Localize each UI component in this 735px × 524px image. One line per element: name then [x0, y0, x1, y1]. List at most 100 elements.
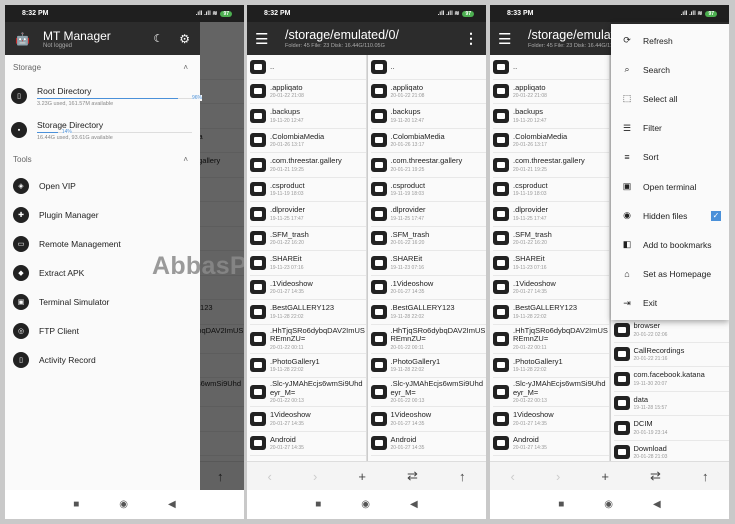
- file-row[interactable]: .BestGALLERY12319-11-28 22:02: [493, 300, 609, 325]
- file-row[interactable]: .appliqato20-01-22 21:08: [250, 80, 366, 104]
- file-row[interactable]: 1Videoshow20-01-27 14:35: [370, 407, 486, 432]
- file-row[interactable]: .SHAREit19-11-23 07:16: [493, 251, 609, 276]
- menu-item-open-terminal[interactable]: ▣ Open terminal: [611, 172, 729, 201]
- file-row[interactable]: .dlprovider19-11-25 17:47: [250, 202, 366, 227]
- checkbox[interactable]: ✓: [711, 210, 721, 221]
- file-row[interactable]: .ColombiaMedia20-01-26 13:17: [250, 129, 366, 153]
- file-row[interactable]: .appliqato20-01-22 21:08: [370, 80, 486, 104]
- recents-button[interactable]: ■: [315, 499, 321, 510]
- file-row[interactable]: .PhotoGallery119-11-28 22:02: [250, 354, 366, 378]
- recents-button[interactable]: ■: [73, 499, 79, 510]
- file-row[interactable]: ..: [370, 55, 486, 80]
- tools-section-header[interactable]: Tools ˄: [5, 147, 200, 171]
- file-row[interactable]: .Slc-yJMAhEcjs6wmSi9Uhdeyr_M=20-01-22 00…: [493, 378, 609, 407]
- tool-open-vip[interactable]: ◈ Open VIP: [5, 171, 200, 200]
- back-button[interactable]: ◀: [168, 499, 176, 510]
- file-row[interactable]: .PhotoGallery119-11-28 22:02: [370, 354, 486, 378]
- file-row[interactable]: .SFM_trash20-01-22 16:20: [250, 227, 366, 251]
- file-row[interactable]: .ColombiaMedia20-01-26 13:17: [493, 129, 609, 153]
- file-row[interactable]: ..: [250, 55, 366, 80]
- hamburger-icon[interactable]: ☰: [498, 30, 528, 48]
- more-options-icon[interactable]: ⋮: [464, 30, 478, 47]
- back-button[interactable]: ◀: [410, 499, 418, 510]
- file-row[interactable]: .1Videoshow20-01-27 14:35: [250, 276, 366, 300]
- file-row[interactable]: 1Videoshow20-01-27 14:35: [493, 407, 609, 432]
- file-row[interactable]: .SHAREit19-11-23 07:16: [370, 251, 486, 276]
- forward-nav-button[interactable]: ›: [313, 469, 317, 484]
- file-row[interactable]: .SFM_trash20-01-22 16:20: [370, 227, 486, 251]
- add-button[interactable]: +: [358, 469, 366, 484]
- file-row[interactable]: .1Videoshow20-01-27 14:35: [493, 276, 609, 300]
- back-nav-button[interactable]: ‹: [268, 469, 272, 484]
- file-row[interactable]: CallRecordings 20-01-22 21:16: [613, 343, 729, 367]
- menu-item-filter[interactable]: ☰ Filter: [611, 114, 729, 143]
- file-row[interactable]: .appliqato20-01-22 21:08: [493, 80, 609, 104]
- left-pane[interactable]: .. .appliqato 20-01-22 21:08 .backups 19-11-…: [490, 55, 610, 461]
- file-row[interactable]: .BestGALLERY12319-11-28 22:02: [250, 300, 366, 325]
- menu-item-set-as-homepage[interactable]: ⌂ Set as Homepage: [611, 260, 729, 289]
- file-row[interactable]: .com.threestar.gallery20-01-21 19:25: [250, 153, 366, 178]
- parent-dir-button[interactable]: ↑: [459, 469, 466, 484]
- file-row[interactable]: Android20-01-27 14:35: [250, 432, 366, 456]
- menu-item-hidden-files[interactable]: ◉ Hidden files ✓: [611, 201, 729, 230]
- menu-item-exit[interactable]: ⇥ Exit: [611, 289, 729, 318]
- file-row[interactable]: .Slc-yJMAhEcjs6wmSi9Uhdeyr_M=20-01-22 00…: [370, 378, 486, 407]
- file-row[interactable]: .dlprovider19-11-25 17:47: [493, 202, 609, 227]
- storage-section-header[interactable]: Storage ˄: [5, 55, 200, 79]
- file-row[interactable]: Download 20-01-28 21:03: [613, 441, 730, 462]
- swap-panes-button[interactable]: ⇄: [650, 468, 661, 484]
- left-pane[interactable]: .. .appliqato 20-01-22 21:08 .backups 19-11-…: [247, 55, 367, 461]
- storage-item[interactable]: ▪ Storage Directory 14% 16.44G used, 93.61G…: [5, 113, 200, 147]
- file-row[interactable]: browser 20-01-22 02:06: [613, 318, 729, 343]
- hamburger-icon[interactable]: ☰: [255, 30, 285, 48]
- file-row[interactable]: Android20-01-27 14:35: [493, 432, 609, 456]
- night-mode-icon[interactable]: ☾: [153, 32, 163, 45]
- file-row[interactable]: .HhTjqSRo6dybqDAV2ImUSREmnZU=20-01-22 00…: [250, 325, 366, 354]
- menu-item-sort[interactable]: ≡ Sort: [611, 143, 729, 172]
- tool-ftp-client[interactable]: ◎ FTP Client: [5, 316, 200, 345]
- forward-nav-button[interactable]: ›: [556, 469, 560, 484]
- file-row[interactable]: .csproduct19-11-19 18:03: [250, 178, 366, 202]
- file-row[interactable]: 1Videoshow20-01-27 14:35: [250, 407, 366, 432]
- file-row[interactable]: .ColombiaMedia20-01-26 13:17: [370, 129, 486, 153]
- back-button[interactable]: ◀: [653, 499, 661, 510]
- file-row[interactable]: .HhTjqSRo6dybqDAV2ImUSREmnZU=20-01-22 00…: [370, 325, 486, 354]
- file-row[interactable]: .SHAREit19-11-23 07:16: [250, 251, 366, 276]
- menu-item-select-all[interactable]: ⬚ Select all: [611, 84, 729, 113]
- gear-icon[interactable]: ⚙: [179, 32, 190, 46]
- storage-item[interactable]: ▯ Root Directory 96% 3.23G used, 161.57M av…: [5, 79, 203, 113]
- swap-panes-button[interactable]: ⇄: [407, 468, 418, 484]
- file-row[interactable]: .backups19-11-20 12:47: [250, 104, 366, 129]
- home-button[interactable]: ◉: [604, 499, 613, 510]
- file-row[interactable]: com.facebook.katana 19-11-30 20:07: [613, 367, 729, 392]
- tool-plugin-manager[interactable]: ✚ Plugin Manager: [5, 200, 200, 229]
- file-row[interactable]: .backups19-11-20 12:47: [493, 104, 609, 129]
- tool-terminal-simulator[interactable]: ▣ Terminal Simulator: [5, 287, 200, 316]
- home-button[interactable]: ◉: [119, 499, 128, 510]
- file-row[interactable]: .HhTjqSRo6dybqDAV2ImUSREmnZU=20-01-22 00…: [493, 325, 609, 354]
- home-button[interactable]: ◉: [361, 499, 370, 510]
- file-row[interactable]: .csproduct19-11-19 18:03: [370, 178, 486, 202]
- file-row[interactable]: .PhotoGallery119-11-28 22:02: [493, 354, 609, 378]
- menu-item-refresh[interactable]: ⟳ Refresh: [611, 26, 729, 55]
- back-nav-button[interactable]: ‹: [511, 469, 515, 484]
- file-row[interactable]: data 19-11-28 15:57: [613, 392, 729, 416]
- tool-activity-record[interactable]: ▯ Activity Record: [5, 345, 200, 374]
- file-row[interactable]: .dlprovider19-11-25 17:47: [370, 202, 486, 227]
- file-row[interactable]: .com.threestar.gallery20-01-21 19:25: [370, 153, 486, 178]
- file-row[interactable]: .Slc-yJMAhEcjs6wmSi9Uhdeyr_M=20-01-22 00…: [250, 378, 366, 407]
- file-row[interactable]: Android20-01-27 14:35: [370, 432, 486, 456]
- file-row[interactable]: .backups19-11-20 12:47: [370, 104, 486, 129]
- add-button[interactable]: +: [601, 469, 609, 484]
- file-row[interactable]: .1Videoshow20-01-27 14:35: [370, 276, 486, 300]
- recents-button[interactable]: ■: [558, 499, 564, 510]
- file-row[interactable]: .csproduct19-11-19 18:03: [493, 178, 609, 202]
- file-row[interactable]: DCIM 20-01-19 23:14: [613, 416, 729, 441]
- right-pane[interactable]: .. .appliqato 20-01-22 21:08 .backups 19-11-…: [366, 55, 486, 461]
- file-row[interactable]: .SFM_trash20-01-22 16:20: [493, 227, 609, 251]
- file-row[interactable]: .com.threestar.gallery20-01-21 19:25: [493, 153, 609, 178]
- menu-item-search[interactable]: ⌕ Search: [611, 55, 729, 84]
- menu-item-add-to-bookmarks[interactable]: ◧ Add to bookmarks: [611, 230, 729, 259]
- parent-dir-button[interactable]: ↑: [702, 469, 709, 484]
- file-row[interactable]: ..: [493, 55, 609, 80]
